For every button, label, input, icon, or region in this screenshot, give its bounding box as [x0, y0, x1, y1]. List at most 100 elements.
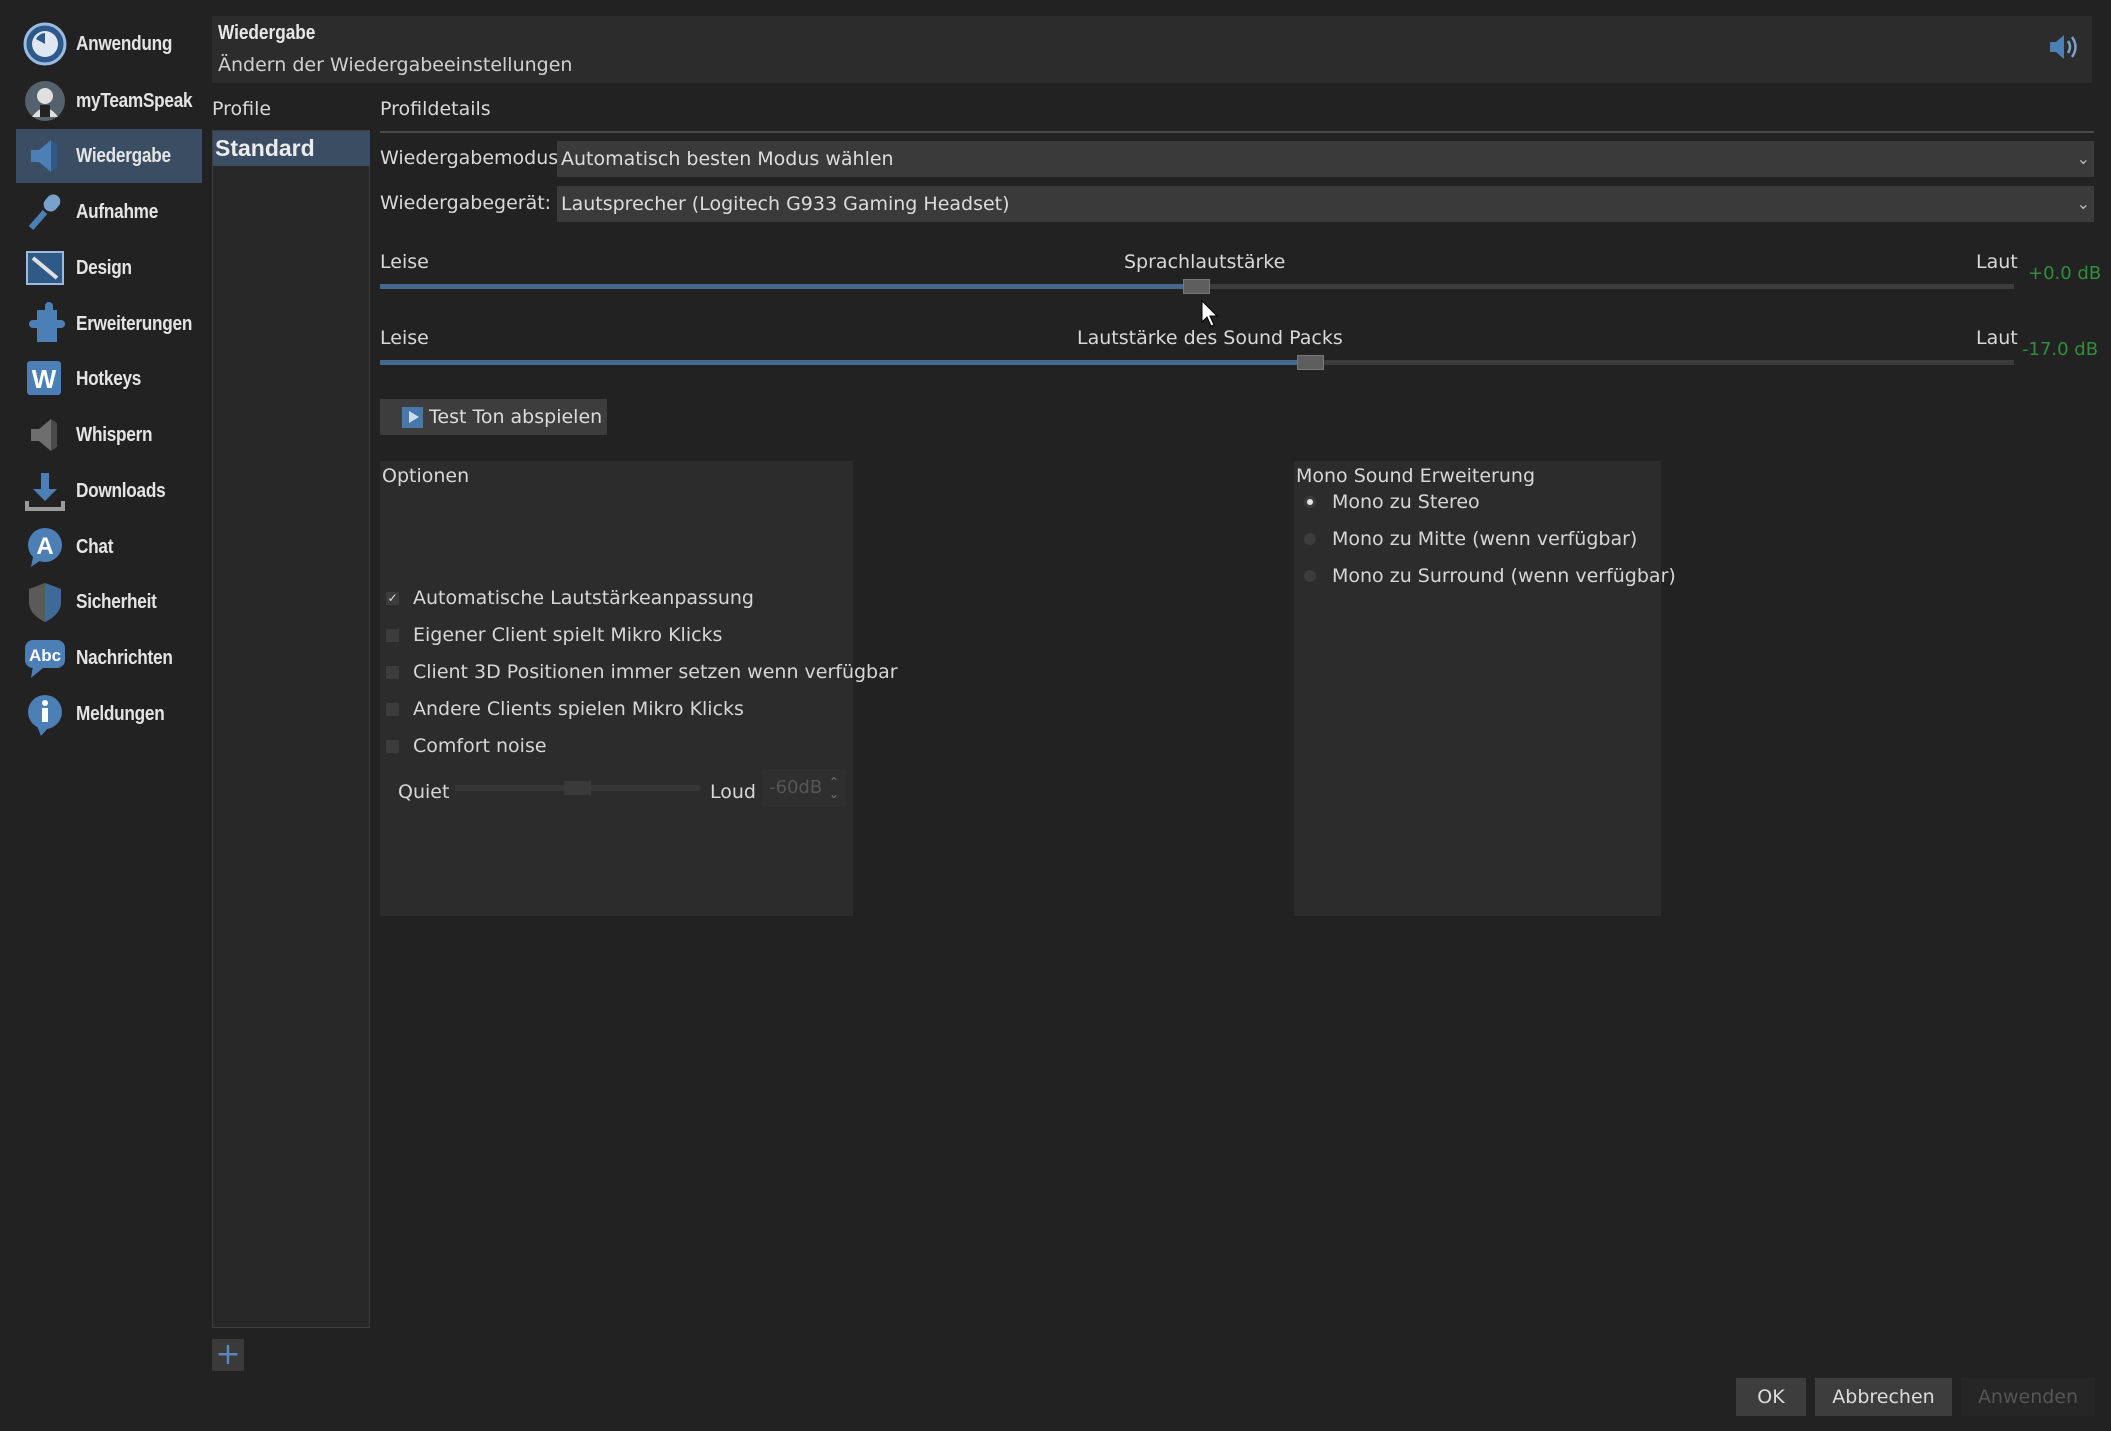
design-icon: [22, 245, 68, 291]
sidebar-item-myteamspeak[interactable]: myTeamSpeak: [16, 74, 202, 128]
download-icon: [22, 468, 68, 514]
checkbox-own-mic-clicks[interactable]: Eigener Client spielt Mikro Klicks: [386, 624, 722, 646]
svg-text:A: A: [36, 533, 53, 560]
sidebar-item-label: Design: [76, 256, 132, 279]
checkbox-label: Andere Clients spielen Mikro Klicks: [413, 698, 744, 720]
sidebar-item-meldungen[interactable]: Meldungen: [16, 687, 202, 741]
slider-fill: [380, 284, 1197, 289]
checkbox-icon[interactable]: [386, 702, 399, 716]
ok-button[interactable]: OK: [1736, 1378, 1806, 1416]
noise-level-spinbox[interactable]: -60dB ⌃ ⌄: [763, 769, 845, 807]
divider: [380, 131, 2094, 133]
add-profile-button[interactable]: +: [212, 1339, 244, 1371]
sidebar: Anwendung myTeamSpeak Wiedergabe Aufnahm…: [0, 0, 208, 1431]
checkbox-auto-volume[interactable]: ✓ Automatische Lautstärkeanpassung: [386, 587, 754, 609]
checkbox-comfort-noise[interactable]: Comfort noise: [386, 735, 547, 757]
sidebar-item-chat[interactable]: A Chat: [16, 520, 202, 574]
radio-icon[interactable]: [1304, 570, 1316, 582]
user-icon: [22, 78, 68, 124]
cursor-icon: [1201, 299, 1219, 332]
radio-mono-surround[interactable]: Mono zu Surround (wenn verfügbar): [1304, 565, 1676, 587]
mode-select[interactable]: Automatisch besten Modus wählen ⌄: [557, 141, 2094, 177]
radio-icon[interactable]: [1304, 533, 1316, 545]
cancel-button[interactable]: Abbrechen: [1815, 1378, 1952, 1416]
checkbox-icon[interactable]: [386, 739, 399, 753]
play-icon: [402, 406, 423, 428]
sidebar-item-label: Downloads: [76, 479, 166, 502]
sidebar-item-nachrichten[interactable]: Abc Nachrichten: [16, 631, 202, 685]
profiles-list: Standard: [212, 130, 370, 1328]
clock-icon: [22, 21, 68, 67]
apply-button[interactable]: Anwenden: [1961, 1378, 2095, 1416]
radio-label: Mono zu Surround (wenn verfügbar): [1332, 565, 1676, 587]
sidebar-item-label: Nachrichten: [76, 646, 173, 669]
radio-label: Mono zu Mitte (wenn verfügbar): [1332, 528, 1638, 550]
sidebar-item-label: Whispern: [76, 423, 153, 446]
noise-level-value: -60dB: [769, 777, 823, 798]
sidebar-item-hotkeys[interactable]: W Hotkeys: [16, 352, 202, 406]
device-select[interactable]: Lautsprecher (Logitech G933 Gaming Heads…: [557, 186, 2094, 222]
voice-slider-min-label: Leise: [380, 251, 429, 273]
sidebar-item-label: Erweiterungen: [76, 312, 193, 335]
radio-mono-center[interactable]: Mono zu Mitte (wenn verfügbar): [1304, 528, 1637, 550]
chevron-down-icon[interactable]: ⌄: [829, 775, 839, 813]
plus-icon: +: [215, 1337, 241, 1372]
profiles-label: Profile: [212, 98, 272, 120]
pack-slider-min-label: Leise: [380, 327, 429, 349]
checkbox-icon[interactable]: [386, 628, 399, 642]
options-panel: Optionen ✓ Automatische Lautstärkeanpass…: [380, 461, 898, 916]
sidebar-item-label: Wiedergabe: [76, 144, 171, 167]
whisper-icon: [22, 412, 68, 458]
slider-handle[interactable]: [564, 781, 591, 795]
svg-text:W: W: [32, 364, 57, 394]
chevron-down-icon: ⌄: [2076, 194, 2090, 213]
checkbox-icon[interactable]: [386, 665, 399, 679]
test-sound-button[interactable]: Test Ton abspielen: [380, 399, 607, 435]
sidebar-item-aufnahme[interactable]: Aufnahme: [16, 185, 202, 239]
pack-db-value: -17.0 dB: [2022, 339, 2099, 360]
svg-text:Abc: Abc: [29, 646, 61, 665]
comfort-noise-slider[interactable]: [455, 781, 700, 795]
info-icon: [22, 691, 68, 737]
sidebar-item-whispern[interactable]: Whispern: [16, 408, 202, 462]
messages-icon: Abc: [22, 635, 68, 681]
voice-slider-title: Sprachlautstärke: [1124, 251, 1286, 273]
sidebar-item-label: Sicherheit: [76, 590, 157, 613]
details-label: Profildetails: [380, 98, 491, 120]
sidebar-item-label: Anwendung: [76, 32, 173, 55]
speaker-icon: [22, 133, 68, 179]
noise-loud-label: Loud: [710, 781, 756, 803]
slider-handle[interactable]: [1297, 355, 1324, 370]
checkbox-label: Comfort noise: [413, 735, 547, 757]
checkbox-other-mic-clicks[interactable]: Andere Clients spielen Mikro Klicks: [386, 698, 744, 720]
voice-db-value: +0.0 dB: [2028, 263, 2102, 284]
sound-pack-volume-slider[interactable]: [380, 355, 2014, 370]
noise-quiet-label: Quiet: [398, 781, 450, 803]
page-header: Wiedergabe Ändern der Wiedergabeeinstell…: [212, 16, 2092, 83]
sidebar-item-sicherheit[interactable]: Sicherheit: [16, 575, 202, 629]
sidebar-item-design[interactable]: Design: [16, 241, 202, 295]
checkbox-label: Automatische Lautstärkeanpassung: [413, 587, 754, 609]
puzzle-icon: [22, 301, 68, 347]
test-sound-label: Test Ton abspielen: [429, 406, 603, 428]
radio-selected-icon[interactable]: [1304, 496, 1316, 508]
checkbox-checked-icon[interactable]: ✓: [386, 591, 399, 605]
device-select-value: Lautsprecher (Logitech G933 Gaming Heads…: [561, 193, 1010, 215]
profile-item-standard[interactable]: Standard: [213, 131, 370, 166]
radio-mono-stereo[interactable]: Mono zu Stereo: [1304, 491, 1480, 513]
sidebar-item-anwendung[interactable]: Anwendung: [16, 17, 202, 71]
pack-slider-max-label: Laut: [1976, 327, 2018, 349]
sidebar-item-wiedergabe[interactable]: Wiedergabe: [16, 129, 202, 183]
slider-handle[interactable]: [1183, 279, 1210, 294]
checkbox-3d-positions[interactable]: Client 3D Positionen immer setzen wenn v…: [386, 661, 898, 683]
sidebar-item-erweiterungen[interactable]: Erweiterungen: [16, 297, 202, 351]
page-subtitle: Ändern der Wiedergabeeinstellungen: [218, 54, 573, 76]
chat-icon: A: [22, 524, 68, 570]
sidebar-item-label: Aufnahme: [76, 200, 159, 223]
options-title: Optionen: [382, 465, 470, 487]
mode-select-value: Automatisch besten Modus wählen: [561, 148, 894, 170]
mono-panel: Mono Sound Erweiterung Mono zu Stereo Mo…: [1294, 461, 1676, 916]
sidebar-item-label: Chat: [76, 535, 114, 558]
sidebar-item-downloads[interactable]: Downloads: [16, 464, 202, 518]
voice-volume-slider[interactable]: [380, 279, 2014, 294]
